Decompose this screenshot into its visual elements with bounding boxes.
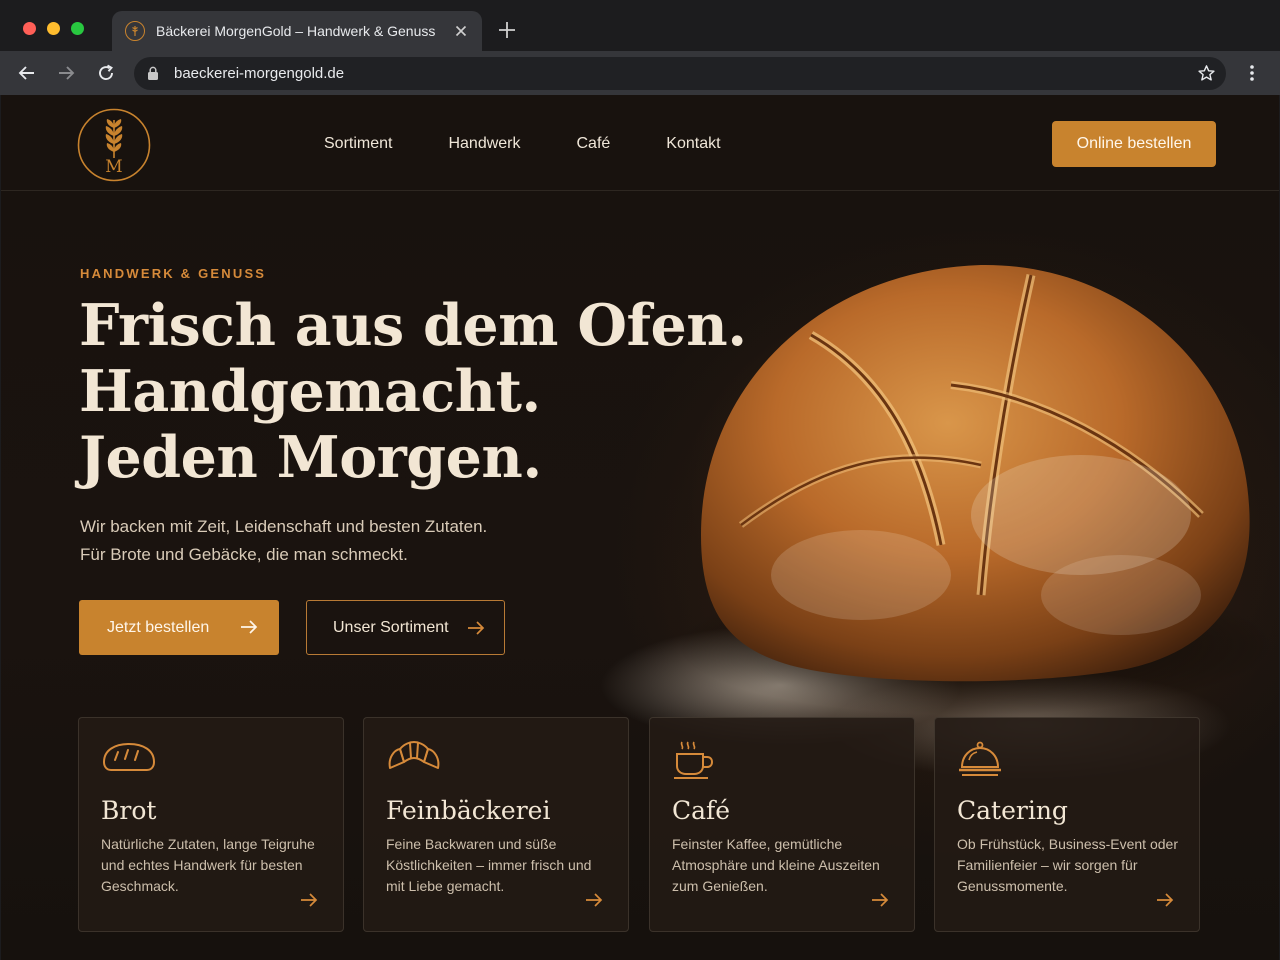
croissant-icon	[386, 740, 442, 781]
tab-title: Bäckerei MorgenGold – Handwerk & Genuss	[156, 23, 436, 39]
browser-tab[interactable]: Bäckerei MorgenGold – Handwerk & Genuss	[112, 11, 482, 51]
card-description: Feinster Kaffee, gemütliche Atmosphäre u…	[672, 836, 880, 894]
back-icon[interactable]	[15, 61, 39, 85]
card-title: Catering	[957, 796, 1068, 825]
web-page: M Sortiment Handwerk Café Kontakt Online…	[1, 95, 1279, 960]
bread-icon	[101, 740, 157, 779]
order-now-button[interactable]: Jetzt bestellen	[79, 600, 279, 655]
card-description: Ob Frühstück, Business-Event oder Famili…	[957, 836, 1178, 894]
nav-link-kontakt[interactable]: Kontakt	[666, 135, 720, 153]
browser-toolbar: baeckerei-morgengold.de	[0, 51, 1280, 95]
hero-title-line: Frisch aus dem Ofen.	[79, 292, 747, 359]
assortment-button[interactable]: Unser Sortiment	[306, 600, 505, 655]
cloche-icon	[957, 740, 1003, 785]
hero-title-line: Handgemacht.	[79, 358, 541, 425]
arrow-right-icon[interactable]	[299, 891, 319, 914]
address-bar[interactable]: baeckerei-morgengold.de	[134, 57, 1226, 90]
tab-bar: Bäckerei MorgenGold – Handwerk & Genuss	[0, 0, 1280, 51]
close-window-button[interactable]	[23, 22, 36, 35]
nav-link-handwerk[interactable]: Handwerk	[448, 135, 520, 153]
tab-close-icon[interactable]	[450, 20, 472, 42]
site-header: M Sortiment Handwerk Café Kontakt Online…	[1, 95, 1279, 191]
lock-icon[interactable]	[147, 66, 159, 86]
logo-letter: M	[105, 157, 122, 177]
card-catering[interactable]: Catering Ob Frühstück, Business-Event od…	[934, 717, 1200, 932]
card-description: Feine Backwaren und süße Köstlichkeiten …	[386, 836, 592, 894]
card-title: Café	[672, 796, 731, 825]
main-nav: Sortiment Handwerk Café Kontakt	[324, 135, 777, 153]
menu-icon[interactable]	[1242, 62, 1262, 84]
hero-eyebrow: HANDWERK & GENUSS	[80, 266, 267, 281]
forward-icon[interactable]	[54, 61, 78, 85]
card-description: Natürliche Zutaten, lange Teigruhe und e…	[101, 836, 315, 894]
hero-title: Frisch aus dem Ofen. Handgemacht. Jeden …	[79, 293, 747, 491]
hero-title-line: Jeden Morgen.	[79, 424, 542, 491]
card-feinbaeckerei[interactable]: Feinbäckerei Feine Backwaren und süße Kö…	[363, 717, 629, 932]
minimize-window-button[interactable]	[47, 22, 60, 35]
arrow-right-icon[interactable]	[870, 891, 890, 914]
bakery-logo[interactable]: M	[77, 108, 151, 182]
arrow-right-icon[interactable]	[1155, 891, 1175, 914]
new-tab-plus-icon[interactable]	[494, 17, 520, 43]
nav-link-cafe[interactable]: Café	[577, 135, 611, 153]
card-brot[interactable]: Brot Natürliche Zutaten, lange Teigruhe …	[78, 717, 344, 932]
star-icon[interactable]	[1197, 64, 1216, 88]
hero-description: Wir backen mit Zeit, Leidenschaft und be…	[80, 513, 487, 569]
nav-link-sortiment[interactable]: Sortiment	[324, 135, 392, 153]
arrow-right-icon[interactable]	[584, 891, 604, 914]
maximize-window-button[interactable]	[71, 22, 84, 35]
assortment-label: Unser Sortiment	[333, 618, 449, 636]
hero-description-line: Für Brote und Gebäcke, die man schmeckt.	[80, 545, 408, 564]
card-cafe[interactable]: Café Feinster Kaffee, gemütliche Atmosph…	[649, 717, 915, 932]
arrow-right-icon	[239, 618, 259, 641]
url-text[interactable]: baeckerei-morgengold.de	[174, 65, 344, 82]
wheat-favicon-icon	[125, 21, 145, 41]
hero-description-line: Wir backen mit Zeit, Leidenschaft und be…	[80, 517, 488, 536]
reload-icon[interactable]	[94, 61, 118, 85]
card-title: Brot	[101, 796, 157, 825]
card-title: Feinbäckerei	[386, 796, 551, 825]
coffee-cup-icon	[672, 740, 716, 785]
arrow-right-icon	[466, 619, 486, 642]
order-now-label: Jetzt bestellen	[107, 618, 210, 636]
browser-chrome: Bäckerei MorgenGold – Handwerk & Genuss …	[0, 0, 1280, 95]
online-order-button[interactable]: Online bestellen	[1052, 121, 1216, 167]
